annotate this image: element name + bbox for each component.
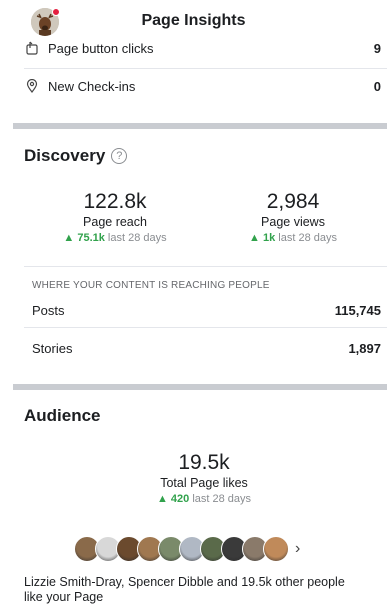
audience-heading: Audience (24, 406, 101, 425)
likes-delta: ▲ 420 last 28 days (156, 493, 252, 505)
reach-value: 122.8k (83, 190, 147, 213)
metric-value: 9 (373, 40, 381, 56)
reach-row-stories[interactable]: Stories 1,897 (32, 341, 381, 356)
metric-label: New Check-ins (48, 78, 136, 94)
metric-value: 0 (373, 78, 381, 94)
page-likes-stat[interactable]: 19.5k Total Page likes ▲ 420 last 28 day… (119, 451, 289, 505)
section-separator (13, 123, 387, 129)
views-label: Page views (261, 215, 325, 229)
row-value: 115,745 (334, 303, 381, 318)
views-delta: ▲ 1k last 28 days (249, 232, 337, 244)
reach-row-posts[interactable]: Posts 115,745 (32, 303, 381, 318)
views-value: 2,984 (266, 190, 320, 213)
chevron-right-icon[interactable]: › (295, 540, 300, 558)
pointer-icon (24, 40, 40, 56)
likes-value: 19.5k (178, 451, 230, 474)
likes-label: Total Page likes (160, 476, 248, 490)
views-period: last 28 days (278, 232, 337, 244)
liker-avatars[interactable]: › (74, 534, 300, 564)
metric-row-button-clicks[interactable]: Page button clicks 9 (24, 32, 381, 64)
liker-avatar (263, 536, 289, 562)
liked-by-text: Lizzie Smith-Dray, Spencer Dibble and 19… (24, 575, 345, 604)
page-reach-stat[interactable]: 122.8k Page reach ▲ 75.1k last 28 days (40, 190, 190, 244)
section-separator (13, 384, 387, 390)
row-divider (24, 327, 387, 328)
row-label: Stories (32, 341, 73, 356)
views-delta-value: 1k (262, 232, 276, 244)
reach-caption: WHERE YOUR CONTENT IS REACHING PEOPLE (32, 280, 270, 291)
reach-period: last 28 days (107, 232, 167, 244)
row-value: 1,897 (348, 341, 381, 356)
reach-delta: ▲ 75.1k last 28 days (63, 232, 167, 244)
likes-period: last 28 days (192, 493, 252, 505)
discovery-heading: Discovery (24, 146, 106, 165)
page-title: Page Insights (141, 12, 246, 29)
row-label: Posts (32, 303, 65, 318)
reach-label: Page reach (83, 215, 147, 229)
row-divider (24, 68, 387, 69)
metric-row-check-ins[interactable]: New Check-ins 0 (24, 70, 381, 102)
section-title-audience: Audience (24, 406, 101, 426)
row-divider (24, 266, 387, 267)
likes-delta-value: 420 (170, 493, 190, 505)
metric-label: Page button clicks (48, 40, 154, 56)
help-icon[interactable]: ? (111, 148, 128, 164)
section-title-discovery: Discovery ? (24, 146, 128, 166)
location-pin-icon (24, 78, 40, 94)
reach-delta-value: 75.1k (77, 232, 105, 244)
page-views-stat[interactable]: 2,984 Page views ▲ 1k last 28 days (218, 190, 368, 244)
